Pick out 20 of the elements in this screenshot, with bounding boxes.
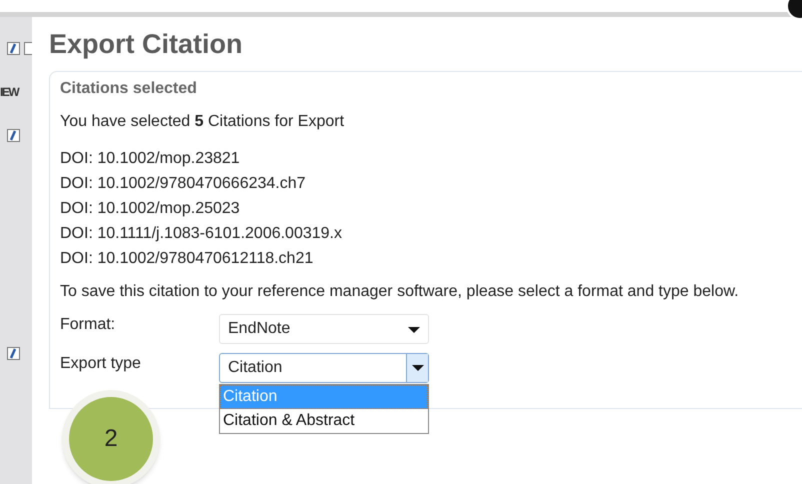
field-label: Export type xyxy=(60,354,141,374)
checkbox[interactable] xyxy=(7,42,20,55)
field-label: Format: xyxy=(60,315,116,335)
caret-icon xyxy=(408,327,420,333)
select-field[interactable]: EndNote xyxy=(219,314,429,344)
doi-text: DOI: 10.1002/9780470612118.ch21 xyxy=(60,249,314,269)
sidebar-label: IEW xyxy=(0,84,18,101)
select-field[interactable]: Citation xyxy=(219,353,429,383)
doi-text: DOI: 10.1111/j.1083-6101.2006.00319.x xyxy=(60,224,342,244)
dialog-title: Export Citation xyxy=(49,28,242,61)
doi-text: DOI: 10.1002/mop.23821 xyxy=(60,149,240,169)
caret-icon xyxy=(406,354,428,382)
doi-text: DOI: 10.1002/mop.25023 xyxy=(60,199,240,219)
doi-text: DOI: 10.1002/9780470666234.ch7 xyxy=(60,174,306,194)
summary-text: You have selected 5 Citations for Export xyxy=(60,112,344,132)
section-heading: Citations selected xyxy=(60,79,197,99)
checkbox[interactable] xyxy=(7,129,20,142)
checkbox[interactable] xyxy=(7,347,20,360)
dropdown-option[interactable]: Citation & Abstract xyxy=(220,409,428,433)
instructions-text: To save this citation to your reference manager software, please select a format and type below. xyxy=(60,282,740,302)
